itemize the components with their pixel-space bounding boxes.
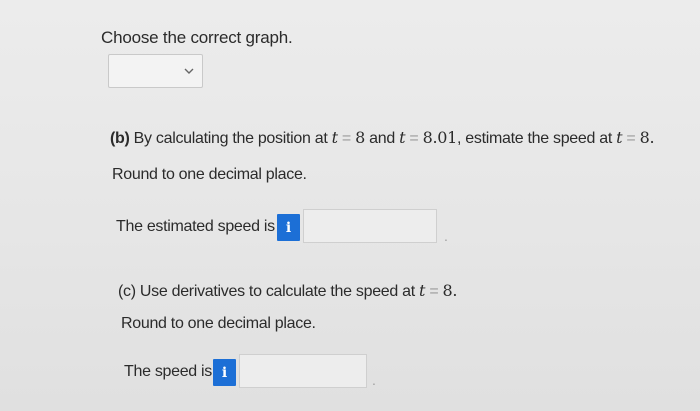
speed-label: The speed is [124, 363, 213, 380]
chevron-down-icon [184, 68, 194, 74]
value-8: 8. [442, 281, 458, 300]
value-8: 8 [355, 128, 365, 147]
and-text: and [365, 130, 400, 147]
graph-prompt: Choose the correct graph. [101, 28, 293, 47]
equals-sign: = [622, 130, 640, 147]
trailing-period: . [372, 372, 376, 388]
part-b-text-2: , estimate the speed at [457, 130, 617, 147]
part-b-question: (b) By calculating the position at t = 8… [110, 128, 655, 148]
equals-sign: = [405, 130, 423, 147]
page: Choose the correct graph. (b) By calcula… [0, 0, 700, 411]
trailing-period: . [444, 228, 448, 244]
part-c-question: (c) Use derivatives to calculate the spe… [118, 281, 457, 301]
value-8-01: 8.01 [422, 128, 458, 147]
graph-dropdown[interactable] [108, 54, 203, 88]
equals-sign: = [337, 130, 356, 147]
part-b-label: (b) [110, 130, 130, 147]
speed-input[interactable] [239, 354, 367, 388]
equals-sign: = [425, 283, 443, 300]
part-c-rounding-note: Round to one decimal place. [121, 315, 316, 332]
estimated-speed-input[interactable] [303, 209, 437, 243]
part-b-rounding-note: Round to one decimal place. [112, 166, 307, 183]
estimated-speed-label: The estimated speed is [116, 218, 275, 235]
value-8-end: 8. [639, 128, 655, 147]
part-c-text-1: Use derivatives to calculate the speed a… [135, 283, 420, 300]
part-b-text-1: By calculating the position at [129, 130, 332, 147]
info-icon[interactable]: i [213, 359, 236, 386]
part-c-label: (c) [118, 283, 136, 300]
info-icon[interactable]: i [277, 214, 300, 241]
